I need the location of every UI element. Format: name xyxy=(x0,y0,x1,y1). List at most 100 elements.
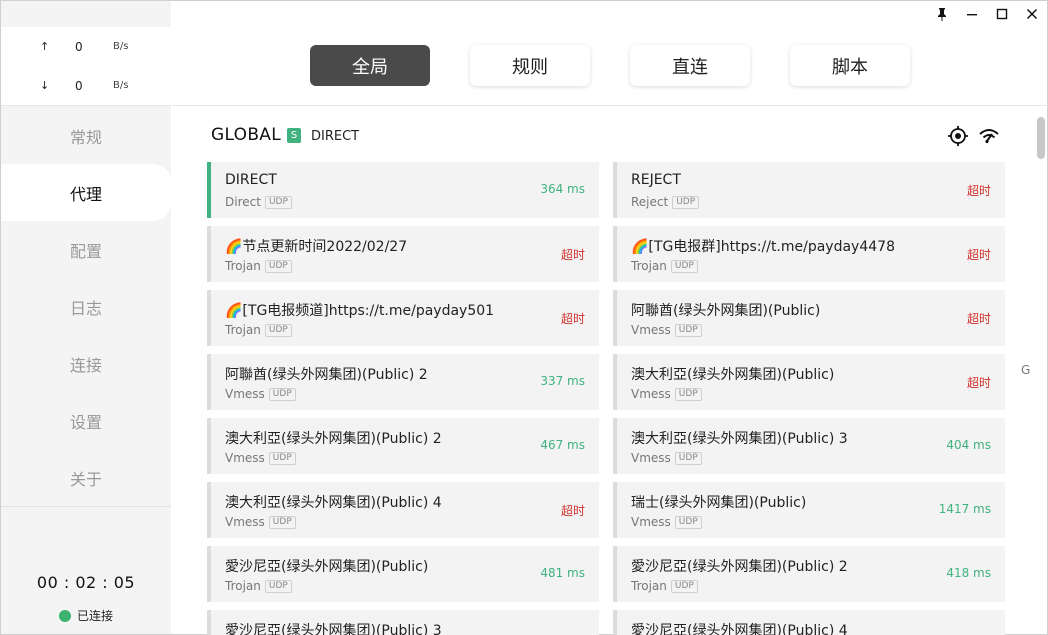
proxy-delay[interactable]: 超时 xyxy=(561,246,585,263)
proxy-card[interactable]: 阿聯酋(绿头外网集团)(Public) Vmess UDP 超时 xyxy=(613,290,1005,346)
proxy-delay[interactable]: 超时 xyxy=(561,310,585,327)
proxy-delay[interactable]: 337 ms xyxy=(540,374,585,388)
mode-script-button[interactable]: 脚本 xyxy=(790,45,910,86)
proxy-type: Direct xyxy=(225,195,261,209)
sidebar-divider xyxy=(1,506,171,507)
proxy-card[interactable]: 愛沙尼亞(绿头外网集团)(Public) 4 xyxy=(613,610,1005,635)
maximize-button[interactable] xyxy=(988,3,1016,25)
wifi-test-icon[interactable] xyxy=(978,125,1000,147)
proxy-delay[interactable]: 404 ms xyxy=(946,438,991,452)
group-type-badge: S xyxy=(287,128,301,143)
proxy-type-row: Trojan UDP xyxy=(225,259,292,273)
proxy-type-row: Trojan UDP xyxy=(631,579,698,593)
proxy-card[interactable]: REJECT Reject UDP 超时 xyxy=(613,162,1005,218)
proxy-name: 愛沙尼亞(绿头外网集团)(Public) 3 xyxy=(225,623,442,635)
sidebar-item-about[interactable]: 关于 xyxy=(1,449,171,506)
udp-badge: UDP xyxy=(670,259,698,273)
udp-badge: UDP xyxy=(264,579,292,593)
sidebar-item-connections[interactable]: 连接 xyxy=(1,335,171,392)
proxy-card[interactable]: 🌈[TG电报群]https://t.me/payday4478 Trojan UDP… xyxy=(613,226,1005,282)
proxy-type: Trojan xyxy=(631,259,667,273)
sidebar-item-logs[interactable]: 日志 xyxy=(1,278,171,335)
sidebar-item-proxies[interactable]: 代理 xyxy=(1,164,171,221)
connection-status-label: 已连接 xyxy=(77,609,114,623)
proxy-card[interactable]: 🌈节点更新时间2022/02/27 Trojan UDP 超时 xyxy=(207,226,599,282)
proxy-type: Vmess xyxy=(631,515,671,529)
proxy-delay[interactable]: 467 ms xyxy=(540,438,585,452)
proxy-card[interactable]: 澳大利亞(绿头外网集团)(Public) 2 Vmess UDP 467 ms xyxy=(207,418,599,474)
pin-icon[interactable] xyxy=(928,3,956,25)
proxy-name: 澳大利亞(绿头外网集团)(Public) xyxy=(631,367,835,383)
proxy-card[interactable]: 🌈[TG电报频道]https://t.me/payday501 Trojan UDP… xyxy=(207,290,599,346)
proxy-type-row: Vmess UDP xyxy=(631,515,702,529)
proxy-card[interactable]: 澳大利亞(绿头外网集团)(Public) Vmess UDP 超时 xyxy=(613,354,1005,410)
mode-direct-button[interactable]: 直连 xyxy=(630,45,750,86)
index-letter[interactable]: G xyxy=(1021,363,1030,377)
udp-badge: UDP xyxy=(268,451,296,465)
proxy-type-row: Vmess UDP xyxy=(631,387,702,401)
udp-badge: UDP xyxy=(268,515,296,529)
proxy-delay[interactable]: 481 ms xyxy=(540,566,585,580)
proxy-type: Vmess xyxy=(225,515,265,529)
proxy-type: Vmess xyxy=(631,387,671,401)
proxy-type-row: Vmess UDP xyxy=(631,451,702,465)
sidebar: ↑ 0 B/s ↓ 0 B/s 常规 代理 配置 日志 连接 设置 关于 00 … xyxy=(1,1,171,634)
sidebar-item-profiles[interactable]: 配置 xyxy=(1,221,171,278)
app-window: ↑ 0 B/s ↓ 0 B/s 常规 代理 配置 日志 连接 设置 关于 00 … xyxy=(0,0,1048,635)
scrollbar-thumb[interactable] xyxy=(1037,117,1045,159)
proxy-card[interactable]: 阿聯酋(绿头外网集团)(Public) 2 Vmess UDP 337 ms xyxy=(207,354,599,410)
upload-value: 0 xyxy=(75,40,83,54)
title-bar xyxy=(1,1,1047,27)
udp-badge: UDP xyxy=(264,323,292,337)
minimize-button[interactable] xyxy=(958,3,986,25)
proxy-card[interactable]: 愛沙尼亞(绿头外网集团)(Public) 2 Trojan UDP 418 ms xyxy=(613,546,1005,602)
proxy-card[interactable]: 澳大利亞(绿头外网集团)(Public) 4 Vmess UDP 超时 xyxy=(207,482,599,538)
proxy-card[interactable]: 澳大利亞(绿头外网集团)(Public) 3 Vmess UDP 404 ms xyxy=(613,418,1005,474)
upload-unit: B/s xyxy=(113,41,129,52)
proxy-name: DIRECT xyxy=(225,172,277,188)
proxy-group-name[interactable]: GLOBAL xyxy=(211,125,281,145)
udp-badge: UDP xyxy=(670,579,698,593)
proxy-name: 愛沙尼亞(绿头外网集团)(Public) 2 xyxy=(631,559,848,575)
udp-badge: UDP xyxy=(674,451,702,465)
mode-global-button[interactable]: 全局 xyxy=(310,45,430,86)
proxy-card[interactable]: DIRECT Direct UDP 364 ms xyxy=(207,162,599,218)
proxy-type: Vmess xyxy=(631,323,671,337)
proxy-name: 阿聯酋(绿头外网集团)(Public) 2 xyxy=(225,367,428,383)
proxy-type: Reject xyxy=(631,195,669,209)
proxy-delay[interactable]: 超时 xyxy=(967,310,991,327)
group-selected-proxy: DIRECT xyxy=(311,129,360,144)
proxy-card[interactable]: 愛沙尼亞(绿头外网集团)(Public) 3 xyxy=(207,610,599,635)
proxy-delay[interactable]: 418 ms xyxy=(946,566,991,580)
proxy-delay[interactable]: 超时 xyxy=(967,374,991,391)
proxy-type: Trojan xyxy=(225,259,261,273)
mode-rule-button[interactable]: 规则 xyxy=(470,45,590,86)
udp-badge: UDP xyxy=(674,387,702,401)
proxy-name: 愛沙尼亞(绿头外网集团)(Public) xyxy=(225,559,429,575)
proxy-card[interactable]: 瑞士(绿头外网集团)(Public) Vmess UDP 1417 ms xyxy=(613,482,1005,538)
status-dot-icon xyxy=(59,609,71,622)
proxy-type-row: Trojan UDP xyxy=(631,259,698,273)
proxy-card[interactable]: 愛沙尼亞(绿头外网集团)(Public) Trojan UDP 481 ms xyxy=(207,546,599,602)
locate-icon[interactable] xyxy=(947,125,969,147)
udp-badge: UDP xyxy=(674,323,702,337)
close-button[interactable] xyxy=(1018,3,1046,25)
udp-badge: UDP xyxy=(264,259,292,273)
proxy-type: Trojan xyxy=(225,323,261,337)
sidebar-item-settings[interactable]: 设置 xyxy=(1,392,171,449)
proxy-type: Vmess xyxy=(225,451,265,465)
proxy-name: REJECT xyxy=(631,172,681,188)
mode-selector: 全局 规则 直连 脚本 xyxy=(172,27,1048,106)
proxy-name: 澳大利亞(绿头外网集团)(Public) 3 xyxy=(631,431,848,447)
proxy-type: Trojan xyxy=(631,579,667,593)
proxy-delay[interactable]: 超时 xyxy=(561,502,585,519)
sidebar-item-general[interactable]: 常规 xyxy=(1,107,171,164)
proxy-delay[interactable]: 1417 ms xyxy=(939,502,991,516)
proxy-type-row: Vmess UDP xyxy=(225,515,296,529)
upload-arrow-icon: ↑ xyxy=(40,40,50,53)
proxy-delay[interactable]: 超时 xyxy=(967,182,991,199)
proxy-delay[interactable]: 364 ms xyxy=(540,182,585,196)
proxy-type-row: Reject UDP xyxy=(631,195,700,209)
proxy-name: 🌈[TG电报群]https://t.me/payday4478 xyxy=(631,239,895,255)
proxy-delay[interactable]: 超时 xyxy=(967,246,991,263)
